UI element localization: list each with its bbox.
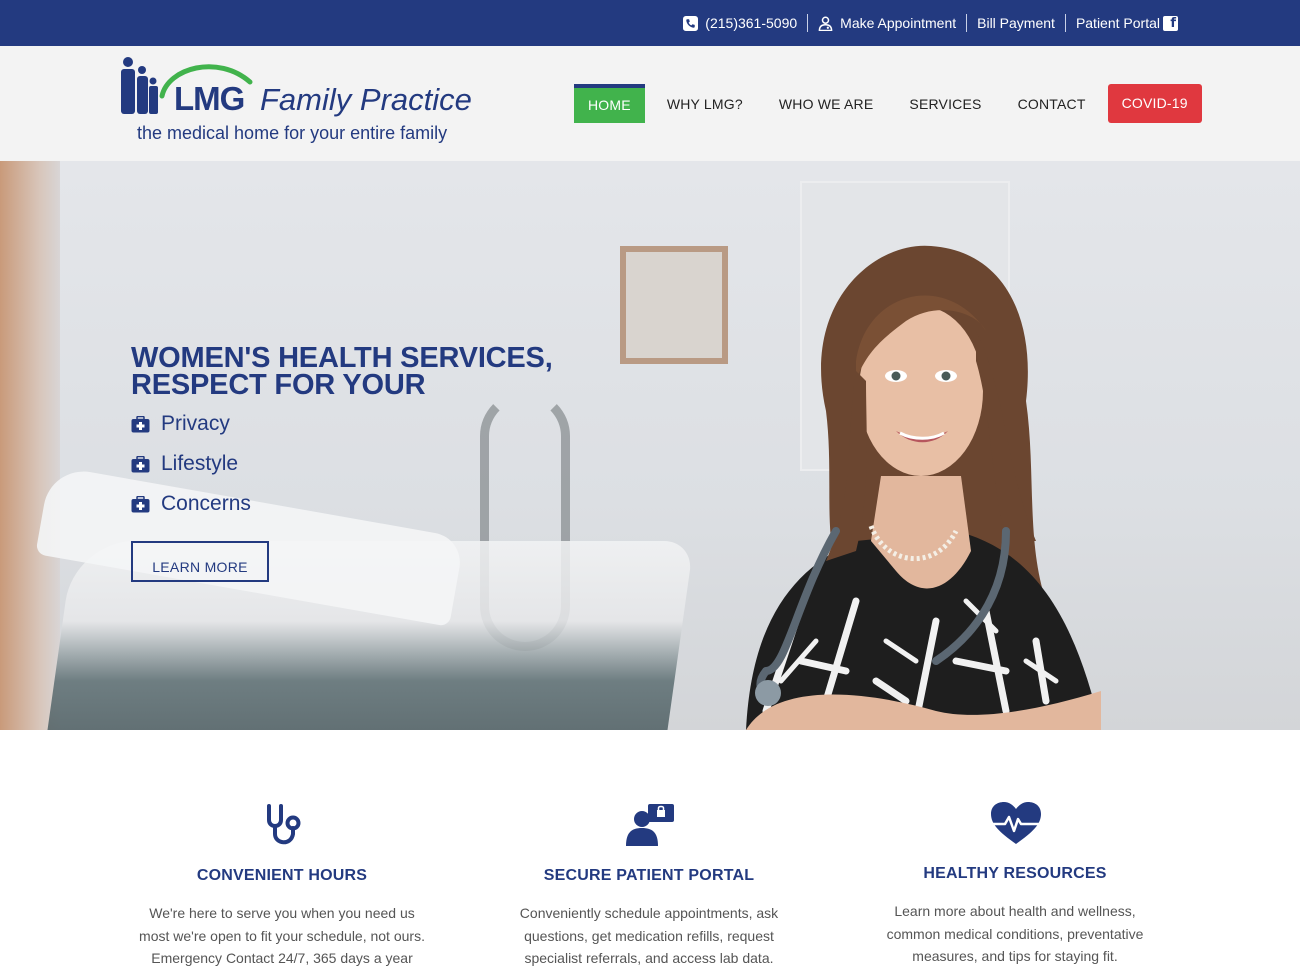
feature-text-line: Learn more about health and wellness, <box>894 903 1136 919</box>
feature-text-line: Emergency Contact 24/7, 365 days a year <box>151 950 413 966</box>
nav-item-who-we-are[interactable]: WHO WE ARE <box>779 96 874 112</box>
medical-kit-icon <box>131 415 150 432</box>
site-header: LMG Family Practice the medical home for… <box>0 46 1300 161</box>
feature-text-line: specialist referrals, and access lab dat… <box>524 950 774 966</box>
top-bar: (215)361-5090 Make Appointment Bill Paym… <box>0 0 1300 46</box>
hero-list-item-label: Privacy <box>161 412 230 435</box>
make-appointment-link[interactable]: Make Appointment <box>808 14 968 32</box>
feature-title: CONVENIENT HOURS <box>196 867 368 884</box>
feature-text-line: We're here to serve you when you need us <box>149 905 415 921</box>
feature-text-line: common medical conditions, preventative <box>886 925 1144 942</box>
hero-list-item: Privacy <box>131 404 251 444</box>
hero-title-line-2: RESPECT FOR YOUR <box>131 369 426 401</box>
medical-kit-icon <box>131 495 150 512</box>
medical-kit-icon <box>131 455 150 472</box>
bill-payment-label: Bill Payment <box>977 15 1055 31</box>
hero-list: Privacy Lifestyle Concerns <box>131 404 251 524</box>
hero-list-item: Lifestyle <box>131 444 251 484</box>
patient-portal-label: Patient Portal <box>1075 15 1160 31</box>
facebook-icon[interactable]: f <box>1163 15 1178 31</box>
top-bar-links: (215)361-5090 Make Appointment Bill Paym… <box>673 0 1178 46</box>
feature-title: HEALTHY RESOURCES <box>923 865 1107 882</box>
hero-banner: WOMEN'S HEALTH SERVICES, RESPECT FOR YOU… <box>0 161 1300 730</box>
nav-item-home[interactable]: HOME <box>574 84 645 123</box>
feature-text-line: measures, and tips for staying fit. <box>912 948 1118 964</box>
hero-list-item-label: Lifestyle <box>161 452 239 475</box>
doctor-photo <box>746 245 1101 730</box>
phone-link[interactable]: (215)361-5090 <box>673 14 809 32</box>
hero-list-item: Concerns <box>131 484 251 524</box>
logo-tagline: the medical home for your entire family <box>137 123 448 143</box>
feature-text-line: most we're open to fit your schedule, no… <box>139 927 425 944</box>
features-section: CONVENIENT HOURS We're here to serve you… <box>0 730 1300 973</box>
feature-text-line: Conveniently schedule appointments, ask <box>519 905 779 921</box>
main-nav: HOME WHY LMG? WHO WE ARE SERVICES CONTAC… <box>574 84 1202 123</box>
hero-title: WOMEN'S HEALTH SERVICES, RESPECT FOR YOU… <box>131 342 581 401</box>
hero-list-item-label: Concerns <box>161 492 251 515</box>
hero-title-line-1: WOMEN'S HEALTH SERVICES, <box>131 342 553 374</box>
make-appointment-label: Make Appointment <box>840 15 957 31</box>
phone-icon <box>683 15 699 31</box>
feature-title: SECURE PATIENT PORTAL <box>543 867 755 884</box>
stethoscope-icon <box>267 804 301 845</box>
nav-item-covid[interactable]: COVID-19 <box>1107 84 1202 123</box>
heartbeat-icon <box>987 802 1045 844</box>
patient-portal-link[interactable]: Patient Portal f <box>1066 14 1178 32</box>
site-logo[interactable]: LMG Family Practice the medical home for… <box>118 54 478 144</box>
nav-item-contact[interactable]: CONTACT <box>1018 96 1086 112</box>
learn-more-button[interactable]: LEARN MORE <box>131 541 269 582</box>
doctor-icon <box>818 15 833 31</box>
nav-item-services[interactable]: SERVICES <box>909 96 981 112</box>
logo-suffix: Family Practice <box>260 82 472 117</box>
feature-text: We're here to serve you when you need us… <box>117 902 447 970</box>
nav-item-why-lmg[interactable]: WHY LMG? <box>667 96 743 112</box>
patient-portal-icon <box>626 804 674 846</box>
bill-payment-link[interactable]: Bill Payment <box>967 14 1066 32</box>
logo-name: LMG <box>174 80 245 117</box>
feature-text: Learn more about health and wellness, co… <box>850 900 1180 968</box>
feature-text-line: questions, get medication refills, reque… <box>524 927 774 944</box>
feature-text: Conveniently schedule appointments, ask … <box>484 902 814 970</box>
phone-number: (215)361-5090 <box>705 15 798 31</box>
